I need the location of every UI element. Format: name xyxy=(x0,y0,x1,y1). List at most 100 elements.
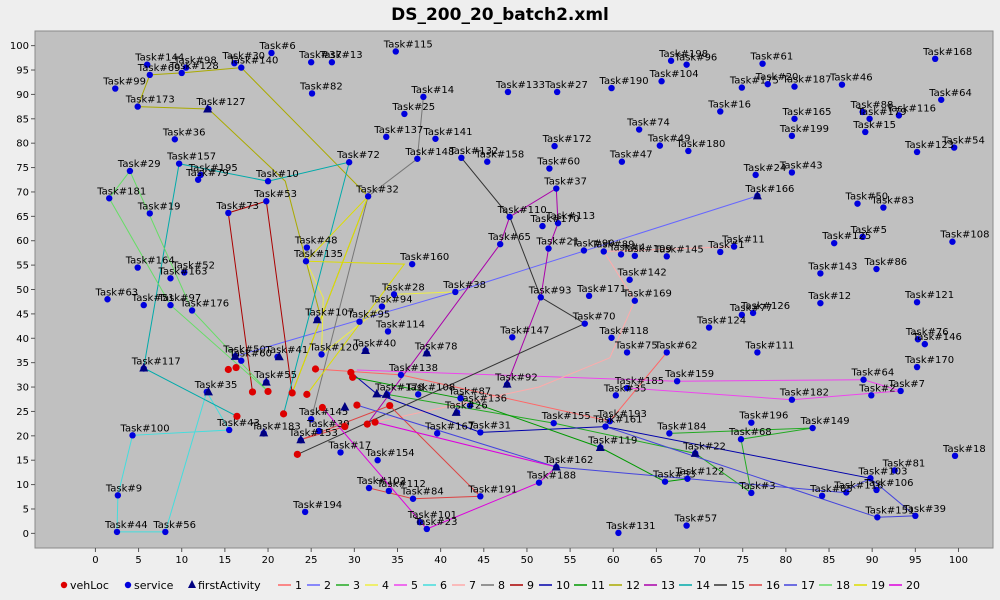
chart-root: DS_200_20_batch2.xml 0 5 10 15 20 25 30 35 40 45 5… xyxy=(0,0,1000,600)
task-label: Task#158 xyxy=(474,150,524,161)
task-label: Task#60 xyxy=(536,157,580,168)
vehloc-point xyxy=(248,388,257,396)
task-label: Task#119 xyxy=(587,436,637,447)
legend-label-6: 6 xyxy=(440,579,447,592)
task-label: Task#2 xyxy=(858,383,895,394)
task-label: Task#69 xyxy=(137,63,181,74)
y-tick-label: 15 xyxy=(16,456,29,467)
legend-label-14: 14 xyxy=(696,579,710,592)
task-label: Task#137 xyxy=(373,125,423,136)
legend-label-firstActivity: firstActivity xyxy=(198,579,261,592)
x-tick-label: 15 xyxy=(219,555,232,566)
vehloc-point xyxy=(288,389,296,397)
task-label: Task#102 xyxy=(356,476,406,487)
task-label: Task#11 xyxy=(721,235,765,246)
task-label: Task#86 xyxy=(863,257,907,268)
legend-label-20: 20 xyxy=(906,579,920,592)
legend-label-13: 13 xyxy=(661,579,675,592)
task-label: Task#180 xyxy=(675,139,725,150)
x-tick-label: 95 xyxy=(909,555,922,566)
task-label: Task#184 xyxy=(656,421,706,432)
x-tick-label: 75 xyxy=(736,555,749,566)
y-tick-label: 45 xyxy=(16,309,29,320)
task-label: Task#155 xyxy=(541,411,591,422)
y-tick-label: 90 xyxy=(16,90,29,101)
task-label: Task#75 xyxy=(614,340,658,351)
task-label: Task#135 xyxy=(293,249,343,260)
task-label: Task#25 xyxy=(391,102,435,113)
task-label: Task#159 xyxy=(664,369,714,380)
vehloc-point xyxy=(293,450,301,458)
task-label: Task#171 xyxy=(576,284,626,295)
task-label: Task#74 xyxy=(626,118,670,129)
task-label: Task#196 xyxy=(738,411,788,422)
task-label: Task#168 xyxy=(922,47,972,58)
legend-label-vehLoc: vehLoc xyxy=(70,579,109,592)
task-label: Task#111 xyxy=(744,340,794,351)
plot-area xyxy=(34,30,994,549)
legend-label-10: 10 xyxy=(556,579,570,592)
y-tick-label: 55 xyxy=(16,261,29,272)
legend-label-8: 8 xyxy=(498,579,505,592)
vehloc-point xyxy=(371,418,379,426)
x-tick-label: 10 xyxy=(175,555,188,566)
task-label: Task#176 xyxy=(179,298,229,309)
task-label: Task#18 xyxy=(942,444,986,455)
task-label: Task#173 xyxy=(125,95,175,106)
task-label: Task#43 xyxy=(779,160,823,171)
task-label: Task#194 xyxy=(292,500,342,511)
task-label: Task#35 xyxy=(603,383,647,394)
y-tick-label: 95 xyxy=(16,66,29,77)
legend-label-12: 12 xyxy=(626,579,640,592)
legend-label-15: 15 xyxy=(731,579,745,592)
task-label: Task#167 xyxy=(424,421,474,432)
task-label: Task#53 xyxy=(253,189,297,200)
y-tick-label: 5 xyxy=(23,504,29,515)
task-label: Task#15 xyxy=(852,120,896,131)
x-tick-label: 100 xyxy=(949,555,968,566)
task-label: Task#169 xyxy=(622,289,672,300)
task-label: Task#157 xyxy=(166,152,216,163)
y-tick-label: 65 xyxy=(16,212,29,223)
y-tick-label: 0 xyxy=(23,529,29,540)
task-label: Task#103 xyxy=(857,466,907,477)
vehloc-point xyxy=(349,373,357,381)
x-tick-label: 35 xyxy=(391,555,404,566)
legend-label-7: 7 xyxy=(469,579,476,592)
task-label: Task#83 xyxy=(870,196,914,207)
y-tick-label: 80 xyxy=(16,139,29,150)
task-label: Task#117 xyxy=(131,357,181,368)
task-label: Task#120 xyxy=(309,342,359,353)
task-label: Task#124 xyxy=(696,316,746,327)
task-label: Task#85 xyxy=(809,484,853,495)
task-label: Task#79 xyxy=(185,168,229,179)
task-label: Task#35 xyxy=(194,380,238,391)
legend-label-9: 9 xyxy=(527,579,534,592)
task-label: Task#170 xyxy=(529,214,579,225)
legend-marker-vehLoc xyxy=(60,581,68,589)
task-label: Task#165 xyxy=(781,107,831,118)
task-label: Task#108 xyxy=(939,230,989,241)
task-label: Task#115 xyxy=(383,39,433,50)
task-label: Task#9 xyxy=(105,483,142,494)
task-label: Task#93 xyxy=(528,285,572,296)
task-label: Task#125 xyxy=(821,231,871,242)
task-label: Task#100 xyxy=(120,423,170,434)
task-label: Task#29 xyxy=(117,159,161,170)
task-label: Task#187 xyxy=(781,75,831,86)
task-label: Task#133 xyxy=(495,80,545,91)
task-label: Task#170 xyxy=(904,355,954,366)
task-label: Task#188 xyxy=(526,471,576,482)
y-tick-label: 35 xyxy=(16,358,29,369)
task-label: Task#56 xyxy=(152,520,196,531)
legend-label-2: 2 xyxy=(324,579,331,592)
task-label: Task#10 xyxy=(255,169,299,180)
y-tick-label: 50 xyxy=(16,285,29,296)
task-label: Task#121 xyxy=(904,290,954,301)
task-label: Task#191 xyxy=(467,484,517,495)
task-label: Task#14 xyxy=(410,85,454,96)
y-tick-label: 60 xyxy=(16,236,29,247)
task-label: Task#64 xyxy=(928,88,972,99)
y-tick-label: 75 xyxy=(16,163,29,174)
vehloc-point xyxy=(341,422,349,431)
